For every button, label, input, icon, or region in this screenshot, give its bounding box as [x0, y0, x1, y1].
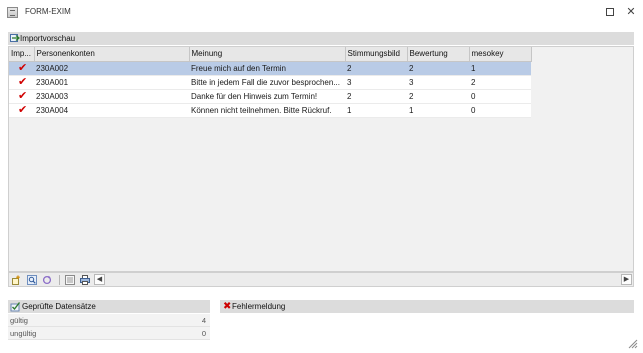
valid-count-row: gültig 4 [8, 314, 210, 327]
invalid-count-row: ungültig 0 [8, 327, 210, 340]
close-button[interactable]: ✕ [624, 5, 638, 19]
cell-account: 230A003 [34, 89, 189, 104]
table-header-row: Imp... Personenkonten Meinung Stimmungsb… [9, 47, 532, 62]
table-row[interactable]: ✔ 230A001 Bitte in jedem Fall die zuvor … [9, 75, 531, 90]
cell-rating: 2 [407, 61, 469, 76]
cell-mood: 2 [345, 61, 407, 76]
print-icon[interactable] [80, 275, 90, 285]
import-checkbox[interactable]: ✔ [9, 103, 34, 118]
maximize-icon [606, 8, 614, 16]
close-icon: ✕ [626, 6, 636, 18]
scroll-left-button[interactable]: ◀ [94, 274, 105, 285]
column-header-mood[interactable]: Stimmungsbild [345, 47, 408, 62]
table-row[interactable]: ✔ 230A003 Danke für den Hinweis zum Term… [9, 89, 531, 104]
column-header-imported[interactable]: Imp... [9, 47, 35, 62]
table-row[interactable]: ✔ 230A002 Freue mich auf den Termin 2 2 … [9, 61, 531, 76]
checked-records-title: Geprüfte Datensätze [22, 302, 96, 311]
window-title: FORM-EXIM [25, 7, 71, 16]
cell-mesokey: 2 [469, 75, 531, 90]
cell-rating: 1 [407, 103, 469, 118]
import-checkbox[interactable]: ✔ [9, 61, 34, 76]
grid-toolbar: ◀ ▶ [8, 272, 634, 287]
cell-mesokey: 1 [469, 61, 531, 76]
cell-rating: 3 [407, 75, 469, 90]
search-icon[interactable] [27, 275, 37, 285]
cell-account: 230A004 [34, 103, 189, 118]
checked-records-header: Geprüfte Datensätze [8, 300, 210, 313]
title-bar: FORM-EXIM ✕ [0, 0, 643, 28]
cell-rating: 2 [407, 89, 469, 104]
import-preview-icon [10, 34, 20, 42]
column-header-mesokey[interactable]: mesokey [469, 47, 532, 62]
checked-records-icon [10, 302, 21, 312]
cell-mood: 1 [345, 103, 407, 118]
maximize-button[interactable] [603, 5, 617, 19]
import-table: Imp... Personenkonten Meinung Stimmungsb… [9, 47, 532, 118]
cell-mood: 2 [345, 89, 407, 104]
arrow-left-icon: ◀ [96, 276, 103, 283]
valid-label: gültig [10, 316, 28, 325]
checkmark-icon: ✔ [18, 103, 28, 116]
error-message-title: Fehlermeldung [232, 302, 286, 311]
cell-opinion: Können nicht teilnehmen. Bitte Rückruf. [189, 103, 345, 118]
arrow-right-icon: ▶ [623, 276, 630, 283]
import-checkbox[interactable]: ✔ [9, 75, 34, 90]
import-preview-title: Importvorschau [20, 34, 76, 43]
checkmark-icon: ✔ [18, 89, 28, 102]
toolbar-separator [59, 275, 60, 285]
insert-row-icon[interactable] [12, 275, 22, 285]
column-header-account[interactable]: Personenkonten [34, 47, 190, 62]
column-header-opinion[interactable]: Meinung [189, 47, 346, 62]
list-icon[interactable] [65, 275, 75, 285]
cell-account: 230A001 [34, 75, 189, 90]
column-header-rating[interactable]: Bewertung [407, 47, 470, 62]
import-grid[interactable]: Imp... Personenkonten Meinung Stimmungsb… [8, 46, 634, 272]
table-row[interactable]: ✔ 230A004 Können nicht teilnehmen. Bitte… [9, 103, 531, 118]
error-icon: ✖ [223, 301, 232, 312]
import-checkbox[interactable]: ✔ [9, 89, 34, 104]
resize-grip-icon[interactable] [626, 337, 638, 349]
valid-count: 4 [201, 316, 206, 325]
invalid-label: ungültig [10, 329, 37, 338]
invalid-count: 0 [201, 329, 206, 338]
cell-mesokey: 0 [469, 103, 531, 118]
app-icon [7, 7, 18, 18]
error-message-header: ✖ Fehlermeldung [220, 300, 634, 313]
cell-mood: 3 [345, 75, 407, 90]
cell-opinion: Freue mich auf den Termin [189, 61, 345, 76]
cell-mesokey: 0 [469, 89, 531, 104]
checkmark-icon: ✔ [18, 61, 28, 74]
cell-opinion: Bitte in jedem Fall die zuvor besprochen… [189, 75, 345, 90]
refresh-icon[interactable] [42, 275, 52, 285]
import-preview-header: Importvorschau [8, 32, 634, 45]
scroll-right-button[interactable]: ▶ [621, 274, 632, 285]
checkmark-icon: ✔ [18, 75, 28, 88]
cell-account: 230A002 [34, 61, 189, 76]
cell-opinion: Danke für den Hinweis zum Termin! [189, 89, 345, 104]
